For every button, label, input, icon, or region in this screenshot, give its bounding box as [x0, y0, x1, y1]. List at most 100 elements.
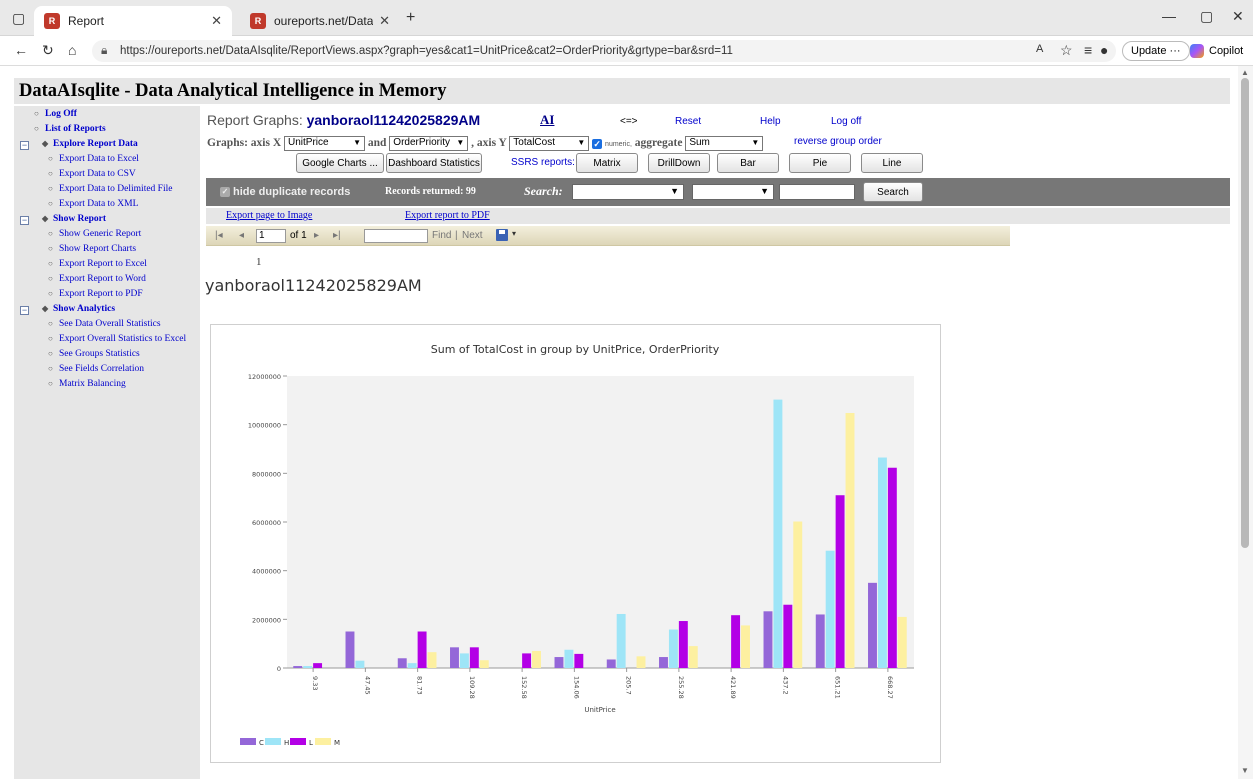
bar-C: [606, 659, 616, 668]
back-icon[interactable]: ←: [14, 42, 28, 58]
maximize-icon[interactable]: ▢: [1200, 8, 1213, 25]
next-page-icon[interactable]: ▸: [314, 230, 319, 241]
sidebar-item-label: Export Report to PDF: [59, 289, 143, 299]
reset-link[interactable]: Reset: [675, 116, 701, 127]
pie-button[interactable]: Pie: [789, 153, 851, 173]
x-field-select[interactable]: UnitPrice ▼: [284, 136, 365, 151]
last-page-icon[interactable]: ▸|: [333, 230, 341, 241]
aggregate-label: aggregate: [634, 137, 683, 150]
bar-button[interactable]: Bar: [717, 153, 779, 173]
scroll-down-icon[interactable]: ▼: [1241, 766, 1249, 775]
export-pdf-link[interactable]: Export report to PDF: [405, 210, 490, 221]
update-button[interactable]: Update ···: [1122, 41, 1190, 61]
scrollbar[interactable]: ▲ ▼: [1238, 66, 1253, 779]
read-aloud-icon[interactable]: A: [1036, 43, 1043, 55]
find-input[interactable]: [364, 229, 428, 243]
report-viewer-toolbar: |◂ ◂ 1 of 1 ▸ ▸| Find | Next ▾: [206, 226, 1010, 246]
bar-C: [763, 611, 773, 668]
favorite-star-icon[interactable]: ☆: [1060, 42, 1073, 59]
sidebar-item[interactable]: ○ Export Data to XML: [48, 199, 138, 209]
tab-title: oureports.net/DataAIsqlite/DataA: [274, 14, 374, 28]
sidebar-item-label: List of Reports: [45, 124, 106, 134]
save-icon[interactable]: [496, 229, 508, 241]
bullet-icon: ○: [48, 334, 53, 343]
sidebar-item[interactable]: ○ Export Report to PDF: [48, 289, 143, 299]
aggregate-select[interactable]: Sum ▼: [685, 136, 764, 151]
close-window-icon[interactable]: ✕: [1232, 8, 1244, 25]
help-link[interactable]: Help: [760, 116, 781, 127]
url-field[interactable]: 🔒︎ https://oureports.net/DataAIsqlite/Re…: [92, 40, 1116, 62]
sidebar-item[interactable]: ○ Show Report Charts: [48, 244, 136, 254]
find-link[interactable]: Find: [432, 230, 451, 241]
sidebar-item[interactable]: ○ Export Data to CSV: [48, 169, 136, 179]
google-charts-button[interactable]: Google Charts ...: [296, 153, 384, 173]
ai-link[interactable]: AI: [540, 112, 554, 128]
profile-icon[interactable]: ●: [1100, 42, 1108, 58]
sidebar-item[interactable]: ○ Log Off: [34, 109, 77, 119]
sidebar-item[interactable]: ◆ Explore Report Data: [42, 139, 138, 149]
dashboard-statistics-button[interactable]: Dashboard Statistics: [386, 153, 482, 173]
refresh-icon[interactable]: ↻: [42, 42, 54, 59]
y-field-select[interactable]: TotalCost ▼: [509, 136, 590, 151]
sidebar-item-label: Export Report to Word: [59, 274, 146, 284]
copilot-button[interactable]: Copilot: [1190, 44, 1243, 58]
report-heading: yanboraol11242025829AM: [205, 276, 422, 295]
close-tab-icon[interactable]: ✕: [211, 13, 222, 29]
search-field-select[interactable]: ▼: [572, 184, 684, 200]
bar-M: [532, 650, 541, 668]
hide-duplicates-label: hide duplicate records: [233, 186, 351, 198]
group-field-select[interactable]: OrderPriority ▼: [389, 136, 469, 151]
minimize-icon[interactable]: —: [1162, 8, 1176, 24]
sidebar-item[interactable]: ○ Export Report to Excel: [48, 259, 147, 269]
close-tab-icon[interactable]: ✕: [379, 13, 390, 29]
sidebar-item[interactable]: ◆ Show Report: [42, 214, 106, 224]
search-button[interactable]: Search: [863, 182, 923, 202]
numeric-checkbox[interactable]: ✓: [592, 138, 603, 149]
collapse-toggle-icon[interactable]: −: [20, 306, 29, 315]
sidebar-item[interactable]: ○ Export Overall Statistics to Excel: [48, 334, 186, 344]
tab-actions-icon[interactable]: ▢: [12, 10, 25, 27]
matrix-button[interactable]: Matrix: [576, 153, 638, 173]
bar-L: [313, 663, 323, 668]
first-page-icon[interactable]: |◂: [215, 230, 223, 241]
line-button[interactable]: Line: [861, 153, 923, 173]
sidebar-item[interactable]: ○ See Groups Statistics: [48, 349, 140, 359]
drilldown-button[interactable]: DrillDown: [648, 153, 710, 173]
x-field-value: UnitPrice: [288, 137, 329, 148]
search-operator-select[interactable]: ▼: [692, 184, 774, 200]
sidebar-item[interactable]: ○ Export Data to Excel: [48, 154, 139, 164]
sidebar-item[interactable]: ◆ Show Analytics: [42, 304, 115, 314]
scroll-thumb[interactable]: [1241, 78, 1249, 548]
prev-page-icon[interactable]: ◂: [239, 230, 244, 241]
swap-arrow-link[interactable]: <=>: [620, 116, 638, 127]
logoff-link[interactable]: Log off: [831, 116, 861, 127]
search-input[interactable]: [779, 184, 855, 200]
chevron-down-icon[interactable]: ▾: [512, 229, 516, 238]
x-tick-label: 109.28: [468, 676, 476, 699]
lock-icon: 🔒︎: [101, 43, 108, 57]
new-tab-icon[interactable]: +: [406, 9, 415, 27]
collapse-toggle-icon[interactable]: −: [20, 141, 29, 150]
home-icon[interactable]: ⌂: [68, 42, 76, 58]
hide-duplicates-toggle[interactable]: ✓ hide duplicate records: [220, 186, 350, 198]
sidebar-item[interactable]: ○ Show Generic Report: [48, 229, 141, 239]
next-link[interactable]: Next: [462, 230, 483, 241]
bullet-icon: ○: [48, 289, 53, 298]
sidebar-item[interactable]: ○ Matrix Balancing: [48, 379, 126, 389]
sidebar-item[interactable]: ○ List of Reports: [34, 124, 106, 134]
reverse-group-order-link[interactable]: reverse group order: [794, 136, 882, 147]
sidebar-item[interactable]: ○ Export Report to Word: [48, 274, 146, 284]
sidebar-item[interactable]: ○ See Data Overall Statistics: [48, 319, 161, 329]
legend-label: M: [334, 739, 340, 747]
page-number-input[interactable]: 1: [256, 229, 286, 243]
favorites-list-icon[interactable]: ≡: [1084, 42, 1092, 58]
browser-tab-second[interactable]: R oureports.net/DataAIsqlite/DataA ✕: [240, 6, 400, 36]
collapse-toggle-icon[interactable]: −: [20, 216, 29, 225]
y-tick-label: 0: [277, 665, 281, 673]
browser-tab-report[interactable]: R Report ✕: [34, 6, 232, 36]
sidebar-item[interactable]: ○ See Fields Correlation: [48, 364, 144, 374]
export-image-link[interactable]: Export page to Image: [226, 210, 312, 221]
sidebar-item[interactable]: ○ Export Data to Delimited File: [48, 184, 172, 194]
scroll-up-icon[interactable]: ▲: [1241, 68, 1249, 77]
x-tick-label: 47.45: [363, 676, 371, 695]
